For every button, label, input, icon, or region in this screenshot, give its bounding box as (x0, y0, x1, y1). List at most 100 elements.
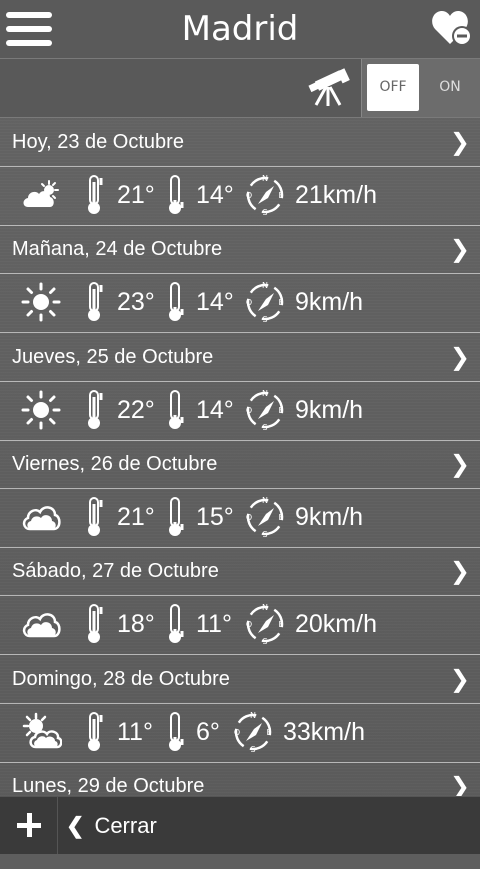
app-header: Madrid (0, 0, 480, 59)
wind-speed: 33km/h (283, 718, 365, 746)
forecast-day-details: 21° 15° N S O E 9km/h (0, 488, 480, 548)
forecast-day: Jueves, 25 de Octubre ❯ 22° 14° N S O E 9km/h (0, 333, 480, 441)
svg-text:O: O (234, 728, 240, 737)
cloud-icon (20, 603, 62, 645)
max-temperature: 21° (117, 181, 155, 209)
thermometer-low-icon (165, 496, 187, 538)
svg-text:S: S (250, 745, 255, 754)
off-on-toggle[interactable]: OFF ON (361, 59, 480, 117)
min-temperature: 14° (196, 181, 234, 209)
forecast-day-header[interactable]: Hoy, 23 de Octubre ❯ (0, 118, 480, 167)
telescope-icon (308, 68, 350, 106)
chevron-right-icon: ❯ (449, 343, 470, 371)
wind-speed: 9km/h (295, 503, 364, 531)
sun-behind-cloud-icon (20, 711, 63, 753)
toggle-on-option[interactable]: ON (424, 64, 476, 111)
heart-minus-icon (432, 11, 472, 46)
thermometer-high-icon (84, 174, 106, 216)
wind-speed: 9km/h (295, 396, 364, 424)
remove-favorite-button[interactable] (430, 8, 474, 50)
compass-icon: N S O E (244, 280, 286, 324)
svg-text:E: E (278, 406, 283, 415)
svg-text:O: O (246, 513, 252, 522)
svg-text:O: O (246, 191, 252, 200)
forecast-day-details: 21° 14° N S O E 21km/h (0, 166, 480, 226)
forecast-day-details: 22° 14° N S O E 9km/h (0, 381, 480, 441)
wind-speed: 21km/h (295, 181, 377, 209)
forecast-day-header[interactable]: Jueves, 25 de Octubre ❯ (0, 333, 480, 382)
day-label: Viernes, 26 de Octubre (12, 453, 218, 475)
toolbar: OFF ON (0, 59, 480, 118)
chevron-right-icon: ❯ (449, 665, 470, 693)
forecast-day-details: 18° 11° N S O E 20km/h (0, 595, 480, 655)
chevron-right-icon: ❯ (449, 450, 470, 478)
svg-text:N: N (262, 496, 268, 505)
chevron-left-icon: ❮ (66, 813, 85, 838)
svg-text:N: N (262, 281, 268, 290)
compass-icon: N S O E (244, 388, 286, 432)
svg-text:E: E (278, 620, 283, 629)
svg-text:E: E (278, 513, 283, 522)
svg-text:N: N (262, 174, 268, 183)
svg-text:S: S (262, 315, 267, 324)
svg-text:O: O (246, 620, 252, 629)
compass-icon: N S O E (244, 495, 286, 539)
forecast-day-header[interactable]: Sábado, 27 de Octubre ❯ (0, 547, 480, 596)
day-label: Jueves, 25 de Octubre (12, 346, 214, 368)
svg-text:O: O (246, 406, 252, 415)
forecast-day: Domingo, 28 de Octubre ❯ 11° 6° N S O E 33km/h (0, 655, 480, 763)
day-label: Sábado, 27 de Octubre (12, 560, 219, 582)
sun-icon (20, 281, 62, 323)
max-temperature: 18° (117, 610, 155, 638)
thermometer-high-icon (84, 389, 106, 431)
compass-icon: N S O E (244, 602, 286, 646)
min-temperature: 14° (196, 288, 234, 316)
day-label: Hoy, 23 de Octubre (12, 131, 184, 153)
forecast-day: Sábado, 27 de Octubre ❯ 18° 11° N S O E 20km/h (0, 547, 480, 655)
thermometer-high-icon (84, 281, 106, 323)
svg-text:N: N (250, 711, 256, 720)
partly-sunny-icon (20, 174, 62, 216)
chevron-right-icon: ❯ (449, 128, 470, 156)
forecast-day-header[interactable]: Mañana, 24 de Octubre ❯ (0, 225, 480, 274)
svg-text:E: E (278, 191, 283, 200)
sun-icon (20, 389, 62, 431)
svg-text:O: O (246, 298, 252, 307)
svg-text:S: S (262, 637, 267, 646)
thermometer-high-icon (84, 603, 106, 645)
max-temperature: 11° (117, 718, 153, 746)
forecast-day-details: 23° 14° N S O E 9km/h (0, 273, 480, 333)
telescope-button[interactable] (304, 67, 350, 109)
forecast-day-header[interactable]: Domingo, 28 de Octubre ❯ (0, 655, 480, 704)
compass-icon: N S O E (232, 710, 274, 754)
thermometer-high-icon (84, 711, 106, 753)
svg-text:N: N (262, 389, 268, 398)
close-button[interactable]: ❮ Cerrar (66, 797, 157, 854)
thermometer-low-icon (165, 281, 187, 323)
thermometer-low-icon (165, 711, 187, 753)
toggle-off-option[interactable]: OFF (367, 64, 419, 111)
svg-text:S: S (262, 530, 267, 539)
forecast-day: Hoy, 23 de Octubre ❯ 21° 14° N S O E 21km/h (0, 118, 480, 226)
svg-text:S: S (262, 423, 267, 432)
close-label: Cerrar (94, 813, 157, 838)
forecast-day-header[interactable]: Viernes, 26 de Octubre ❯ (0, 440, 480, 489)
thermometer-low-icon (165, 603, 187, 645)
min-temperature: 15° (196, 503, 234, 531)
min-temperature: 6° (196, 718, 220, 746)
thermometer-high-icon (84, 496, 106, 538)
max-temperature: 23° (117, 288, 155, 316)
compass-icon: N S O E (244, 173, 286, 217)
min-temperature: 11° (196, 610, 232, 638)
page-title: Madrid (181, 9, 299, 49)
svg-text:S: S (262, 208, 267, 217)
svg-text:E: E (266, 728, 271, 737)
forecast-day-details: 11° 6° N S O E 33km/h (0, 703, 480, 763)
add-button[interactable] (0, 797, 58, 854)
forecast-day: Mañana, 24 de Octubre ❯ 23° 14° N S O E 9km/h (0, 225, 480, 333)
chevron-right-icon: ❯ (449, 235, 470, 263)
thermometer-low-icon (165, 389, 187, 431)
max-temperature: 21° (117, 503, 155, 531)
day-label: Domingo, 28 de Octubre (12, 668, 230, 690)
wind-speed: 9km/h (295, 288, 364, 316)
